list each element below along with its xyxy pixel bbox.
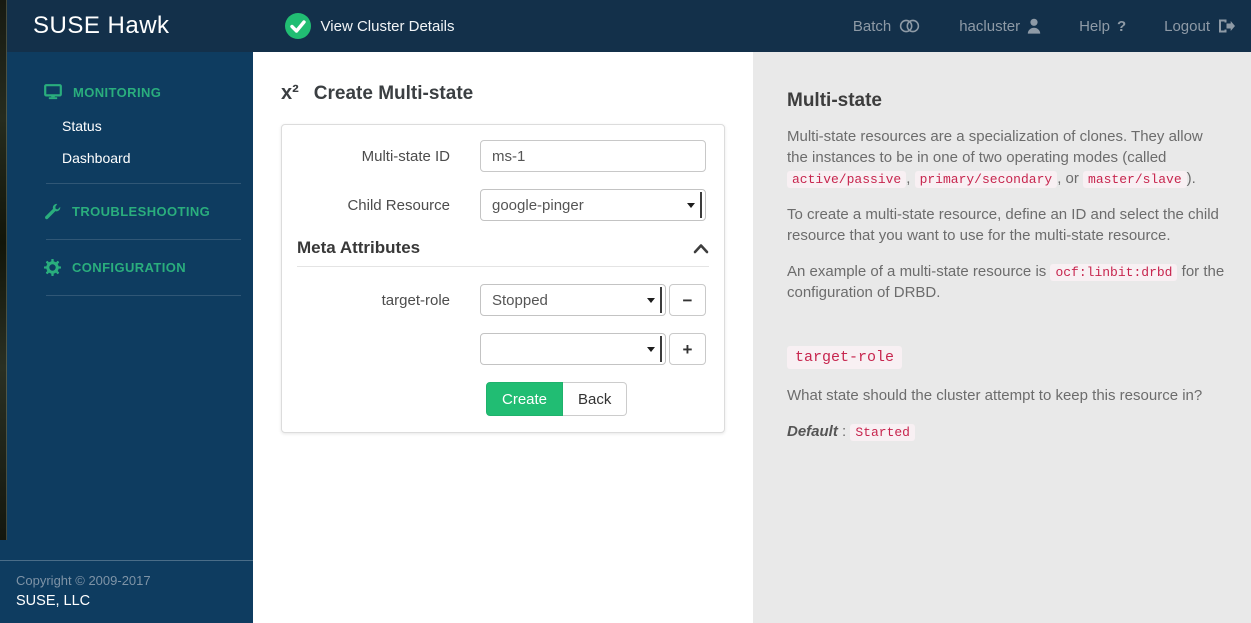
cluster-status[interactable]: View Cluster Details [284, 13, 455, 39]
inline-code: ocf:linbit:drbd [1050, 264, 1178, 282]
sidebar-divider [46, 239, 241, 240]
inline-code: primary/secondary [914, 171, 1058, 188]
inline-code: master/slave [1083, 171, 1187, 188]
sidebar-item-monitoring[interactable]: MONITORING [0, 74, 253, 110]
monitor-icon [44, 84, 62, 100]
sidebar: MONITORING Status Dashboard TROUBLESHOOT… [0, 52, 253, 623]
create-button[interactable]: Create [486, 382, 564, 416]
sidebar-item-status[interactable]: Status [0, 110, 253, 142]
child-resource-select[interactable]: google-pinger [480, 189, 706, 221]
background-edge-strip [0, 0, 7, 540]
target-role-select[interactable]: Stopped [480, 284, 666, 316]
page-title: x² Create Multi-state [253, 52, 753, 105]
back-button[interactable]: Back [563, 382, 628, 416]
toggle-icon [898, 18, 921, 34]
attribute-description: What state should the cluster attempt to… [787, 387, 1203, 405]
page-title-text: Create Multi-state [313, 83, 474, 104]
sidebar-nav: MONITORING Status Dashboard TROUBLESHOOT… [0, 52, 253, 305]
default-separator: : [842, 423, 847, 441]
meta-attributes-title: Meta Attributes [297, 238, 421, 257]
select-arrow-icon [647, 298, 655, 303]
sidebar-item-label: CONFIGURATION [72, 260, 187, 275]
multistate-id-label: Multi-state ID [361, 147, 450, 165]
multistate-id-input[interactable] [480, 140, 706, 172]
default-value-code: Started [850, 424, 915, 442]
sidebar-footer: Copyright © 2009-2017 SUSE, LLC [0, 560, 253, 623]
form-actions: Create Back [486, 382, 628, 416]
select-arrow-icon [647, 347, 655, 352]
username-label: hacluster [959, 17, 1021, 35]
multistate-icon: x² [281, 82, 299, 104]
help-paragraphs: Multi-state resources are a specializati… [787, 126, 1227, 303]
chevron-up-icon [693, 243, 709, 253]
logout-menu-item[interactable]: Logout [1164, 18, 1235, 35]
sidebar-item-label: TROUBLESHOOTING [72, 204, 211, 219]
help-label: Help [1079, 17, 1110, 35]
copyright-text: Copyright © 2009-2017 [16, 573, 151, 588]
meta-attributes-header: Meta Attributes [297, 238, 709, 258]
collapse-section-button[interactable] [693, 243, 709, 254]
help-menu-item[interactable]: Help ? [1079, 18, 1126, 35]
sign-out-icon [1217, 18, 1235, 34]
help-paragraph: An example of a multi-state resource is … [787, 263, 1225, 302]
sidebar-item-dashboard[interactable]: Dashboard [0, 142, 253, 174]
user-menu-item[interactable]: hacluster [959, 18, 1041, 35]
wrench-icon [44, 203, 61, 220]
sidebar-divider [46, 183, 241, 184]
select-arrow-icon [687, 203, 695, 208]
cluster-status-label: View Cluster Details [320, 17, 455, 35]
gear-icon [44, 259, 61, 276]
meta-attributes-divider [297, 266, 709, 267]
new-attribute-select[interactable] [480, 333, 666, 365]
select-divider [660, 336, 662, 362]
target-role-label: target-role [381, 291, 450, 309]
help-paragraph: To create a multi-state resource, define… [787, 206, 1219, 245]
question-icon: ? [1116, 17, 1127, 35]
user-icon [1027, 18, 1041, 34]
help-panel-title: Multi-state [787, 90, 882, 111]
help-paragraph: Multi-state resources are a specializati… [787, 128, 1203, 188]
logout-label: Logout [1164, 17, 1210, 35]
batch-menu-item[interactable]: Batch [853, 18, 921, 35]
attribute-default: Default : Started [787, 421, 1227, 442]
remove-attribute-button[interactable]: − [669, 284, 706, 316]
inline-code: active/passive [787, 171, 907, 188]
top-nav: Batch hacluster Help ? Logout [853, 18, 1251, 35]
main-content: x² Create Multi-state Multi-state ID Chi… [253, 52, 753, 623]
sidebar-item-label: MONITORING [73, 84, 162, 100]
default-label: Default [787, 423, 838, 441]
sidebar-item-troubleshooting[interactable]: TROUBLESHOOTING [0, 193, 253, 230]
top-bar: SUSE Hawk View Cluster Details Batch hac… [0, 0, 1251, 52]
company-name: SUSE, LLC [16, 593, 91, 609]
select-divider [660, 287, 662, 313]
attribute-name-code: target-role [787, 346, 903, 370]
sidebar-divider [46, 295, 241, 296]
sidebar-item-configuration[interactable]: CONFIGURATION [0, 249, 253, 286]
help-panel: Multi-state Multi-state resources are a … [753, 52, 1251, 623]
app-logo[interactable]: SUSE Hawk [33, 12, 170, 40]
child-resource-label: Child Resource [347, 196, 450, 214]
add-attribute-button[interactable]: + [669, 333, 706, 365]
target-role-selected-value: Stopped [492, 291, 548, 309]
child-resource-selected-value: google-pinger [492, 196, 584, 214]
batch-label: Batch [852, 17, 892, 35]
check-circle-icon [284, 13, 311, 39]
select-divider [700, 192, 702, 218]
create-multistate-form: Multi-state ID Child Resource google-pin… [281, 124, 725, 433]
